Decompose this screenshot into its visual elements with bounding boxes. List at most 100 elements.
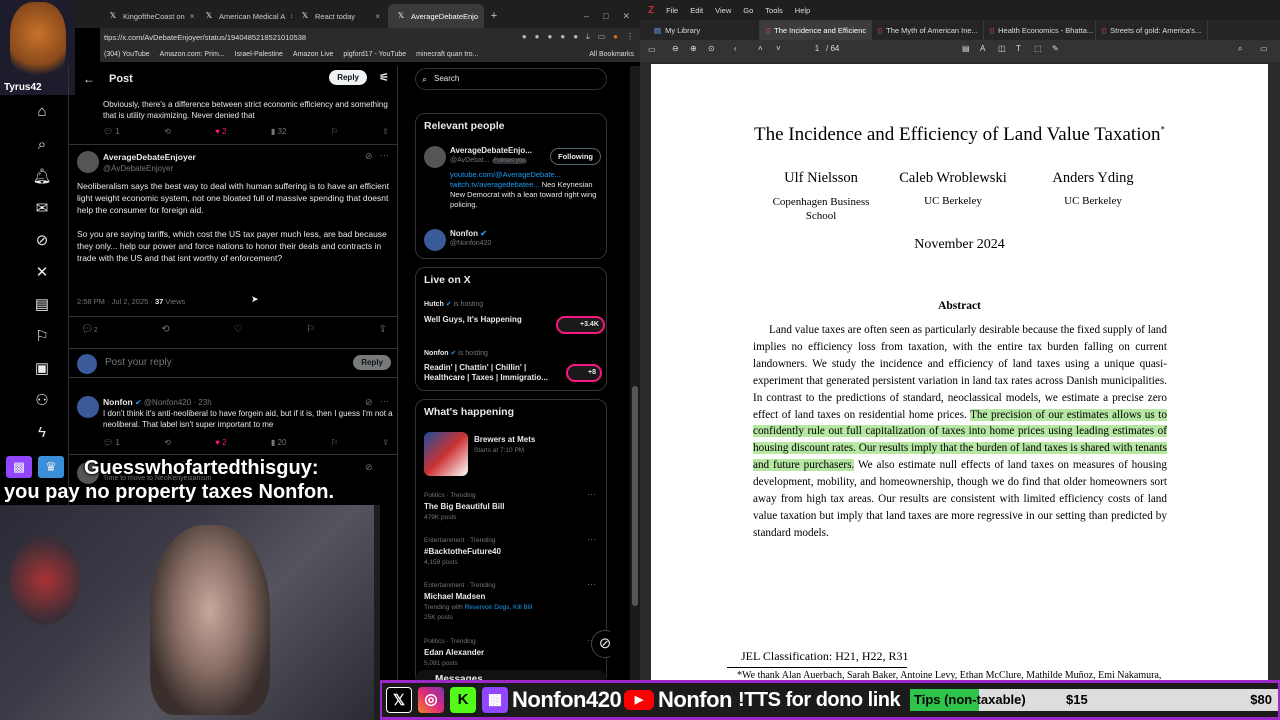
views-icon[interactable]: ▮ 32 <box>271 127 287 136</box>
zoom-fit-icon[interactable]: ⊙ <box>708 44 715 53</box>
trend-name[interactable]: #BacktotheFuture40 <box>424 547 501 556</box>
menu-item[interactable]: File <box>666 6 678 15</box>
mail-icon[interactable]: ✉ <box>28 198 56 220</box>
live-badge[interactable]: +8 <box>566 364 602 382</box>
extension-icon[interactable]: ● <box>573 32 578 42</box>
like-icon[interactable]: ♥ 2 <box>215 438 226 447</box>
trend-name[interactable]: Michael Madsen <box>424 592 485 601</box>
page-down-icon[interactable]: ˅ <box>776 44 781 53</box>
bookmark-item[interactable]: pigford17 - YouTube <box>343 51 406 58</box>
live-title[interactable]: Well Guys, It's Happening <box>424 315 522 324</box>
x-icon[interactable]: ✕ <box>28 262 56 284</box>
address-bar[interactable]: ttps://x.com/AvDebateEnjoyer/status/1940… <box>100 28 640 46</box>
close-tab-icon[interactable]: × <box>190 12 195 21</box>
new-tab-button[interactable]: + <box>484 4 504 28</box>
search-icon[interactable]: ⌕ <box>1238 44 1242 54</box>
event-name[interactable]: Brewers at Mets <box>474 435 535 444</box>
menu-item[interactable]: Help <box>795 6 810 15</box>
reply-icon[interactable]: 💬︎ 1 <box>103 127 120 136</box>
note-tool-icon[interactable]: ◫ <box>998 44 1006 53</box>
event-image[interactable] <box>424 432 468 476</box>
search-icon[interactable]: ⌕ <box>28 134 56 156</box>
browser-tab-active[interactable]: 𝕏AverageDebateEnjo× <box>388 4 484 28</box>
more-icon[interactable]: ··· <box>380 396 389 406</box>
back-icon[interactable]: ‹ <box>734 44 737 53</box>
bookmark-item[interactable]: Israel-Palestine <box>235 51 283 58</box>
bookmark-item[interactable]: minecraft quan tro... <box>416 51 478 58</box>
reader-tab[interactable]: ▯ Health Economics - Bhatta... <box>984 20 1096 40</box>
home-icon[interactable]: ⌂ <box>28 101 56 123</box>
extension-icon[interactable]: ● <box>535 32 540 42</box>
maximize-icon[interactable]: □ <box>603 11 608 21</box>
repost-icon[interactable]: ⟲ <box>164 438 171 447</box>
avatar[interactable] <box>424 146 446 168</box>
abstract-body[interactable]: Land value taxes are often seen as parti… <box>753 322 1167 542</box>
like-icon[interactable]: ♥ 2 <box>215 127 226 136</box>
grok-icon[interactable]: ⊘ <box>28 230 56 252</box>
reader-tab[interactable]: ▯ The Myth of American Ine... <box>872 20 984 40</box>
ink-tool-icon[interactable]: ✎ <box>1052 44 1059 53</box>
live-title[interactable]: Readin' | Chattin' | Chillin' | Healthca… <box>424 363 554 383</box>
sidebar-icon[interactable]: ▭ <box>598 32 606 42</box>
trend-name[interactable]: Edan Alexander <box>424 648 484 657</box>
bell-icon[interactable]: 🔔︎ <box>28 166 56 188</box>
menu-item[interactable]: View <box>715 6 731 15</box>
person-name[interactable]: Nonfon ✔ <box>450 229 487 238</box>
area-tool-icon[interactable]: ⬚ <box>1034 44 1042 53</box>
context-pane-icon[interactable]: ▭ <box>1260 44 1268 53</box>
following-button[interactable]: Following <box>550 148 601 165</box>
download-icon[interactable]: ⤓ <box>586 32 590 42</box>
grok-icon[interactable]: ⊘ <box>365 151 373 162</box>
bio-link[interactable]: twitch.tv/averagedebatee... <box>450 180 540 189</box>
profile-icon[interactable]: ● <box>613 32 618 42</box>
lists-icon[interactable]: ▤ <box>28 294 56 316</box>
like-icon[interactable]: ♡ <box>233 324 242 335</box>
highlight-tool-icon[interactable]: ▤ <box>962 44 970 53</box>
extension-icon[interactable]: ● <box>548 32 553 42</box>
avatar[interactable] <box>77 151 99 173</box>
reply-icon[interactable]: 💬︎ 1 <box>103 438 120 447</box>
bio-link[interactable]: youtube.com/@AverageDebate... <box>450 170 561 179</box>
back-arrow-icon[interactable]: ← <box>83 72 95 86</box>
bookmark-icon[interactable]: ⚐ <box>28 326 56 348</box>
browser-tab[interactable]: 𝕏 KingoftheCoast on × <box>100 4 196 28</box>
author-name[interactable]: AverageDebateEnjoyer <box>103 152 196 162</box>
reply-icon[interactable]: 💬︎2 <box>81 324 98 335</box>
scrollbar-thumb[interactable] <box>632 386 638 606</box>
page-scrollbar[interactable] <box>630 66 640 720</box>
toggle-sidebar-icon[interactable]: ▭ <box>648 45 656 54</box>
lightning-icon[interactable]: ϟ <box>28 422 56 444</box>
views-icon[interactable]: ▮ 20 <box>271 438 287 447</box>
bookmark-item[interactable]: (304) YouTube <box>104 51 150 58</box>
communities-icon[interactable]: ⚇ <box>28 390 56 412</box>
zoom-in-icon[interactable]: ⊕ <box>690 44 697 53</box>
all-bookmarks[interactable]: All Bookmarks <box>589 51 640 58</box>
more-icon[interactable]: ··· <box>587 534 596 544</box>
bookmark-icon[interactable]: ⚐ <box>306 324 315 335</box>
share-icon[interactable]: ⇪ <box>382 438 389 447</box>
underline-tool-icon[interactable]: A <box>980 44 985 53</box>
extension-icon[interactable]: ● <box>560 32 565 42</box>
share-icon[interactable]: ⇪ <box>379 324 387 335</box>
zoom-out-icon[interactable]: ⊖ <box>672 44 679 53</box>
menu-item[interactable]: Go <box>743 6 753 15</box>
close-window-icon[interactable]: ✕ <box>622 11 630 22</box>
repost-icon[interactable]: ⟲ <box>161 324 169 335</box>
bookmark-icon[interactable]: ⚐ <box>331 127 338 136</box>
menu-item[interactable]: Edit <box>690 6 703 15</box>
header-reply-button[interactable]: Reply <box>329 70 367 85</box>
search-input[interactable]: ⌕ Search <box>415 68 607 90</box>
more-icon[interactable]: ··· <box>587 489 596 499</box>
bookmark-icon[interactable]: ⚐ <box>331 438 338 447</box>
browser-tab[interactable]: 𝕏American Medical A× <box>196 4 292 28</box>
grok-icon[interactable]: ⊘ <box>365 397 373 408</box>
reply-input[interactable]: Post your reply <box>105 357 172 368</box>
trend-name[interactable]: The Big Beautiful Bill <box>424 502 504 511</box>
bookmark-item[interactable]: Amazon Live <box>293 51 333 58</box>
menu-item[interactable]: Tools <box>765 6 783 15</box>
page-up-icon[interactable]: ˄ <box>758 44 763 53</box>
close-tab-icon[interactable]: × <box>375 12 380 21</box>
jobs-icon[interactable]: ▣ <box>28 358 56 380</box>
sliders-icon[interactable]: ⚟ <box>379 71 389 84</box>
author-handle[interactable]: @AvDebateEnjoyer <box>103 164 173 173</box>
